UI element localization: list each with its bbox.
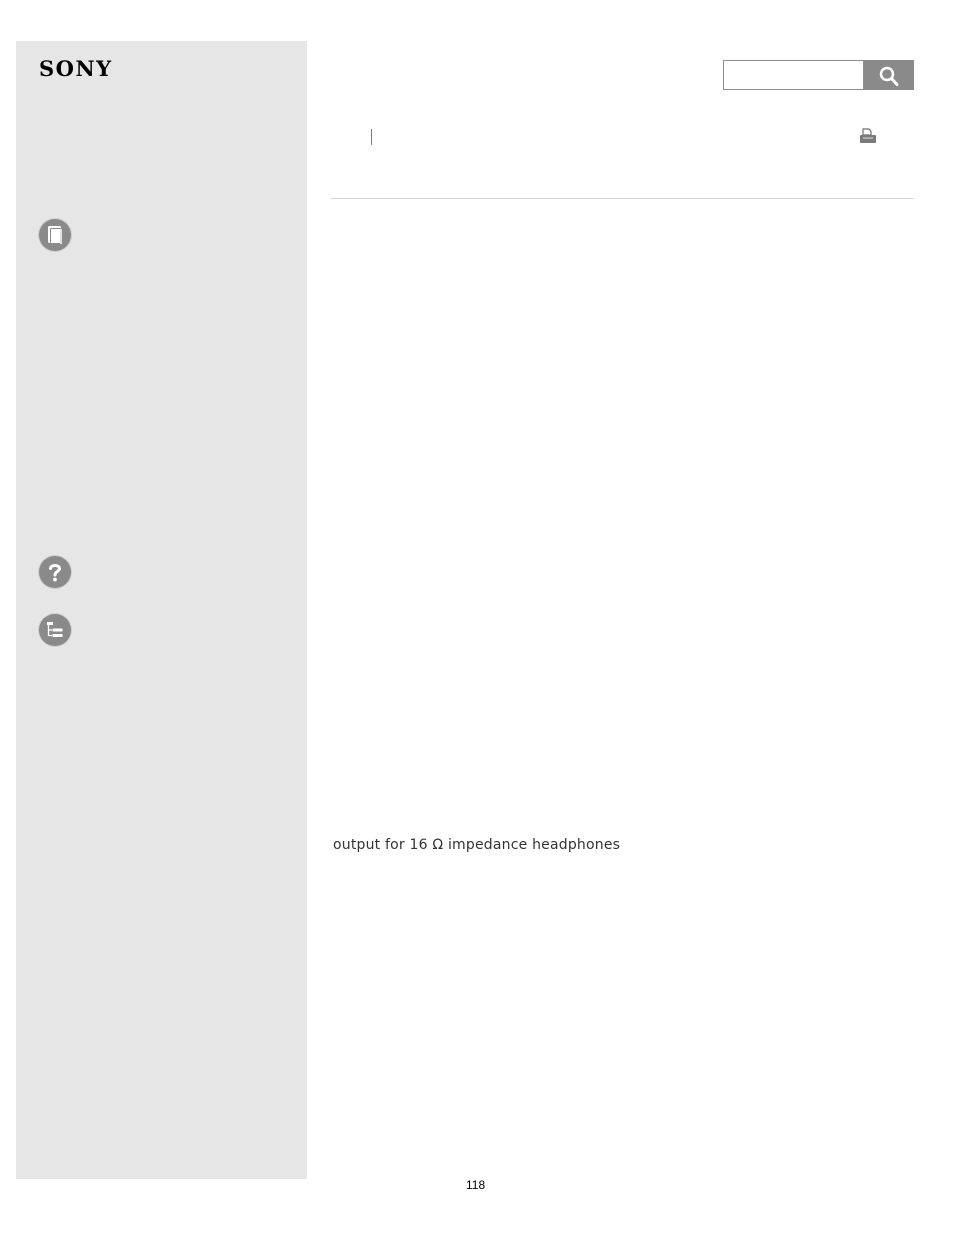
page-number: 118 bbox=[466, 1178, 486, 1192]
book-icon[interactable] bbox=[39, 219, 71, 251]
body-text: output for 16 Ω impedance headphones bbox=[333, 837, 621, 853]
search-icon bbox=[879, 66, 899, 86]
sony-logo[interactable]: SONY bbox=[39, 58, 113, 79]
breadcrumb-divider bbox=[371, 129, 372, 145]
search-button[interactable] bbox=[864, 60, 914, 90]
search-input[interactable] bbox=[723, 60, 864, 90]
print-icon[interactable] bbox=[859, 128, 877, 145]
help-icon[interactable] bbox=[39, 556, 71, 588]
table-of-contents-icon[interactable] bbox=[39, 614, 71, 646]
sidebar: SONY bbox=[16, 41, 307, 1179]
header-divider bbox=[331, 198, 914, 199]
